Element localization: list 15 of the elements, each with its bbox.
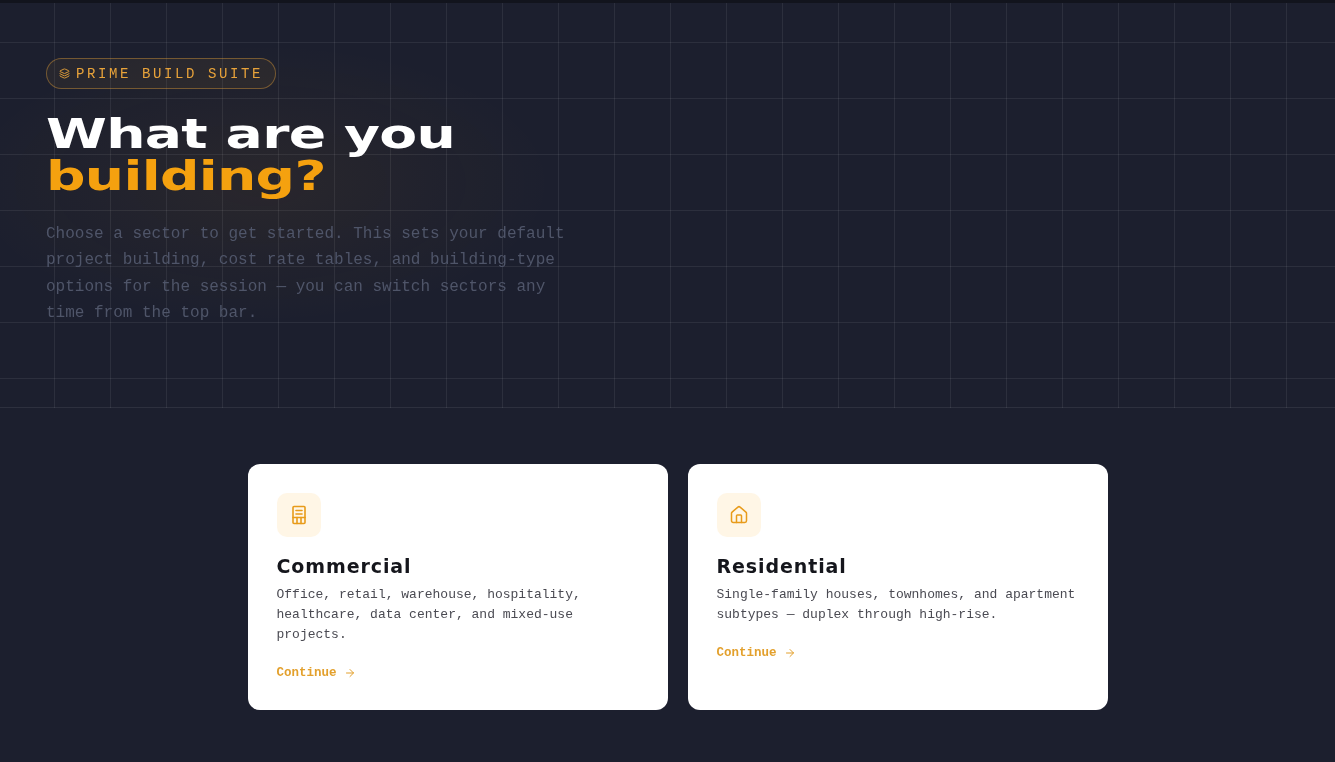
card-description: Single-family houses, townhomes, and apartment subtypes — duplex through high-rise. (716, 585, 1077, 624)
card-description: Office, retail, warehouse, hospitality, healthcare, data center, and mixed-use projects. (276, 585, 582, 644)
arrow-right-icon (783, 646, 796, 659)
page-heading: What are you (46, 113, 456, 155)
card-title: Residential (716, 554, 847, 577)
badge-label: PRIME BUILD SUITE (76, 65, 264, 82)
card-title: Commercial (276, 554, 412, 577)
page-heading-highlight: building? (46, 155, 326, 197)
house-icon (716, 492, 761, 537)
building-icon (276, 492, 321, 537)
layers-icon (59, 68, 70, 79)
sector-card[interactable]: Residential Single-family houses, townhomes, and apartment subtypes — duplex through high-rise. Continue (687, 463, 1108, 710)
sector-card[interactable]: Commercial Office, retail, warehouse, hospitality, healthcare, data center, and mixed-use projects. Continue (247, 463, 668, 710)
intro-text: Choose a sector to get started. This sets your default project building, cost rate tables, and building-type options for the session — you can switch sectors any time from the top bar. (46, 224, 566, 325)
arrow-right-icon (343, 666, 356, 679)
